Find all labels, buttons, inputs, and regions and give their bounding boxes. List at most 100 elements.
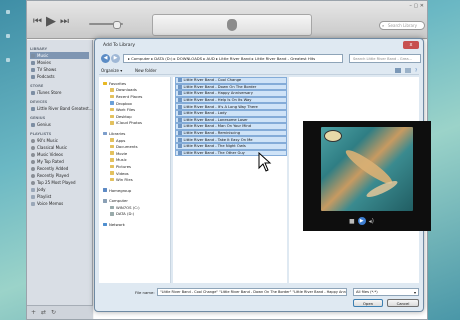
sidebar-item-playlist[interactable]: My Top Rated: [30, 158, 89, 165]
nav-item-computer[interactable]: Computer: [101, 198, 168, 205]
sidebar-item-playlist[interactable]: Top 25 Most Played: [30, 179, 89, 186]
cancel-button[interactable]: Cancel: [387, 299, 419, 307]
nav-item-pictures[interactable]: Pictures: [101, 163, 168, 170]
sidebar-item-playlist[interactable]: Jody: [30, 186, 89, 193]
desktop-icon[interactable]: [6, 58, 10, 62]
open-button[interactable]: Open: [353, 299, 383, 307]
folder-icon: [110, 107, 114, 112]
file-item[interactable]: Little River Band - The Night Owls: [175, 142, 287, 150]
play-icon[interactable]: ▶: [46, 15, 56, 28]
dropbox-icon: [110, 101, 114, 105]
close-icon: x: [409, 42, 413, 48]
shuffle-icon[interactable]: ⇄: [41, 309, 46, 316]
folder-icon: [110, 121, 114, 125]
desktop-icon[interactable]: [6, 34, 10, 38]
sidebar-item-movies[interactable]: Movies: [30, 59, 89, 66]
nav-item-dropbox[interactable]: Dropbox: [101, 100, 168, 107]
sidebar-heading-store: STORE: [30, 84, 44, 88]
file-item[interactable]: Little River Band - Down On The Border: [175, 83, 287, 91]
sidebar-heading-library: LIBRARY: [30, 47, 48, 51]
organize-button[interactable]: Organize ▾: [101, 68, 122, 73]
file-item[interactable]: Little River Band - Man On Your Mind: [175, 123, 287, 130]
nav-item-recent-places[interactable]: Recent Places: [101, 93, 168, 100]
smart-playlist-icon: [31, 138, 35, 143]
volume-slider[interactable]: [89, 21, 123, 29]
sidebar-item-music[interactable]: Music: [30, 52, 89, 59]
nav-item-win-files[interactable]: Win Files: [101, 176, 168, 183]
folder-icon: [110, 158, 114, 162]
file-item[interactable]: Little River Band - Happy Anniversary: [175, 90, 287, 97]
sidebar-item-playlist[interactable]: Classical Music: [30, 144, 89, 151]
disc-icon: [31, 106, 35, 111]
sidebar-item-device[interactable]: Little River Band Greatest...: [30, 105, 93, 112]
sidebar-item-tv-shows[interactable]: TV Shows: [30, 66, 89, 73]
sidebar-item-playlist[interactable]: Voice Memos: [30, 200, 89, 207]
preview-pane-icon[interactable]: [405, 68, 411, 73]
sidebar-item-playlist[interactable]: Recently Added: [30, 165, 89, 172]
nav-item-homegroup[interactable]: Homegroup: [101, 187, 168, 194]
library-search-input[interactable]: ⌕ Search Library: [379, 21, 425, 30]
file-item[interactable]: Little River Band - Cool Change: [175, 77, 287, 84]
sidebar-item-playlist[interactable]: Recently Played: [30, 172, 89, 179]
file-item[interactable]: Little River Band - Reminiscing: [175, 129, 287, 137]
nav-item-network[interactable]: Network: [101, 221, 168, 228]
volume-icon[interactable]: ◂): [369, 218, 374, 225]
file-item[interactable]: Little River Band - Help Is On Its Way: [175, 96, 287, 104]
file-item[interactable]: Little River Band - Take It Easy On Me: [175, 136, 287, 143]
playlist-icon: [31, 201, 35, 206]
nav-item-libraries[interactable]: Libraries: [101, 130, 168, 137]
forward-button[interactable]: ▶: [111, 54, 120, 63]
file-name-label: File name:: [135, 290, 155, 295]
smart-playlist-icon: [31, 180, 35, 185]
audio-file-icon: [178, 78, 182, 83]
sidebar-item-playlist[interactable]: 90's Music: [30, 137, 89, 144]
nav-item-documents[interactable]: Documents: [101, 143, 168, 150]
desktop-icon[interactable]: [6, 10, 10, 14]
nav-item-drive-c[interactable]: WIN7OS (C:): [101, 204, 168, 211]
next-track-icon[interactable]: ⏭: [60, 17, 69, 27]
itunes-toolbar: ⏮ ▶ ⏭ ⌕ Search Library – ▢ ✕: [27, 1, 427, 39]
nav-item-music[interactable]: Music: [101, 157, 168, 164]
window-controls[interactable]: – ▢ ✕: [409, 3, 424, 9]
file-type-select[interactable]: All files (*.*) ▾: [353, 288, 419, 296]
nav-item-drive-d[interactable]: DATA (D:): [101, 211, 168, 218]
sidebar-item-genius[interactable]: Genius: [30, 121, 89, 128]
folder-search-input[interactable]: Search Little River Band - Grea...: [349, 54, 421, 63]
add-playlist-icon[interactable]: +: [31, 309, 36, 316]
media-preview: ■ ▶ ◂): [303, 121, 431, 231]
sidebar-item-playlist[interactable]: Playlist: [30, 193, 89, 200]
store-icon: [31, 90, 35, 95]
sidebar-item-podcasts[interactable]: Podcasts: [30, 73, 89, 80]
stop-icon[interactable]: ■: [349, 218, 355, 225]
close-button[interactable]: x: [403, 41, 419, 49]
nav-item-icloud-photos[interactable]: iCloud Photos: [101, 120, 168, 127]
file-item[interactable]: Little River Band - Lonesome Loser: [175, 116, 287, 124]
new-folder-button[interactable]: New folder: [135, 68, 157, 73]
nav-item-work-files[interactable]: Work Files: [101, 106, 168, 113]
search-icon: ⌕: [382, 23, 385, 28]
help-icon[interactable]: ?: [415, 68, 417, 73]
breadcrumb[interactable]: ▸ Computer ▸ DATA (D:) ▸ DOWNLOADS ▸ AUD…: [123, 54, 343, 63]
back-button[interactable]: ◀: [101, 54, 110, 63]
audio-file-icon: [178, 91, 182, 96]
nav-item-movie[interactable]: Movie: [101, 150, 168, 157]
repeat-icon[interactable]: ↻: [51, 309, 56, 316]
smart-playlist-icon: [31, 173, 35, 178]
sidebar-item-itunes-store[interactable]: iTunes Store: [30, 89, 89, 96]
file-type-value: All files (*.*): [356, 290, 378, 294]
dialog-toolbar: Organize ▾ New folder ?: [99, 66, 419, 75]
file-item[interactable]: Little River Band - It's A Long Way Ther…: [175, 103, 287, 110]
file-name-input[interactable]: "Little River Band - Cool Change" "Littl…: [157, 288, 347, 296]
nav-item-videos[interactable]: Videos: [101, 170, 168, 177]
view-options-icon[interactable]: [395, 68, 401, 73]
nav-item-apps[interactable]: Apps: [101, 137, 168, 144]
sidebar-item-playlist[interactable]: Music Videos: [30, 151, 89, 158]
nav-item-favorites[interactable]: Favorites: [101, 80, 168, 87]
play-pause-icon[interactable]: ▶: [357, 217, 366, 225]
sidebar-heading-playlists: PLAYLISTS: [30, 132, 52, 136]
transport-controls: ⏮ ▶ ⏭: [33, 15, 69, 28]
previous-track-icon[interactable]: ⏮: [33, 17, 42, 27]
nav-item-downloads[interactable]: Downloads: [101, 87, 168, 94]
file-item[interactable]: Little River Band - Lady: [175, 109, 287, 117]
nav-item-desktop[interactable]: Desktop: [101, 113, 168, 120]
